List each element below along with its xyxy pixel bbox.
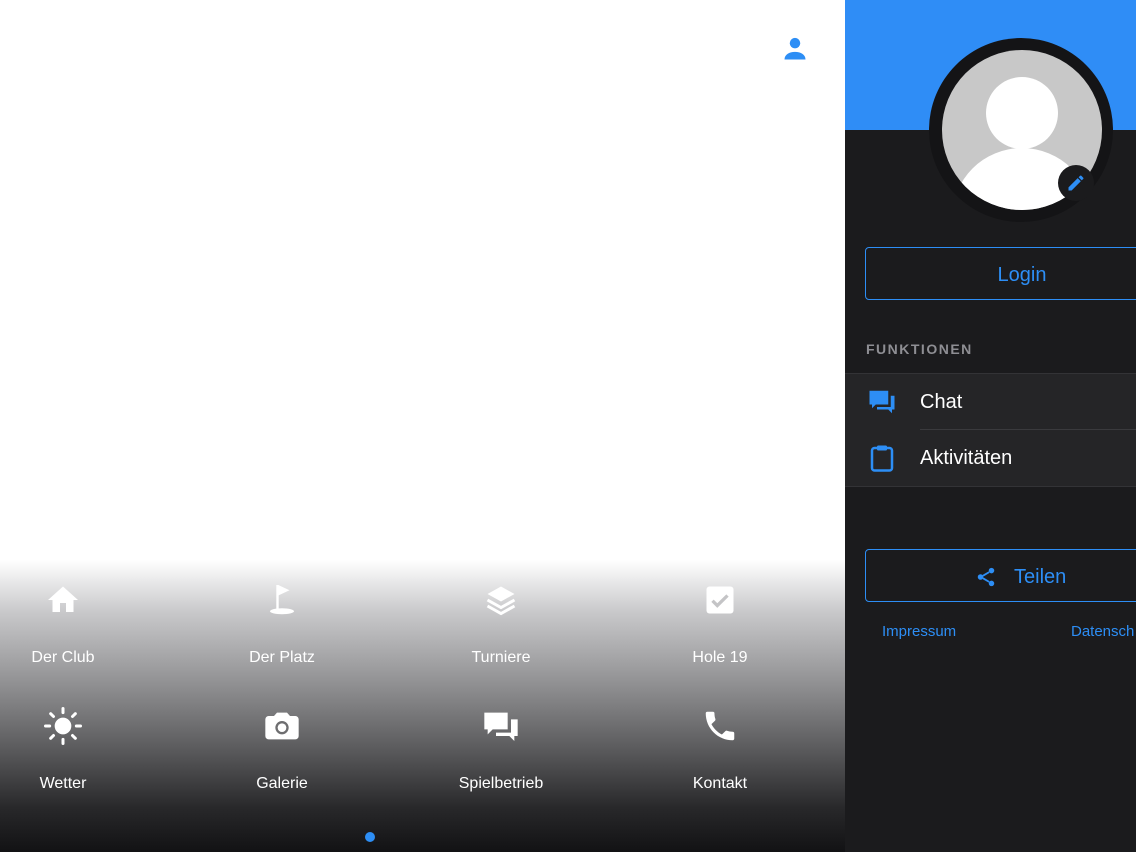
login-label: Login bbox=[997, 264, 1047, 286]
tile-spielbetrieb[interactable]: Spielbetrieb bbox=[401, 694, 601, 804]
page-indicator-dot[interactable] bbox=[365, 832, 375, 842]
tile-label: Hole 19 bbox=[692, 649, 748, 666]
edit-avatar-button[interactable] bbox=[1058, 165, 1094, 201]
tile-hole-19[interactable]: Hole 19 bbox=[620, 568, 820, 678]
function-item-chat[interactable]: Chat bbox=[845, 374, 1136, 429]
main-area: Der Club Der Platz Turniere Hole 19 Wett… bbox=[0, 0, 845, 852]
login-button[interactable]: Login bbox=[865, 247, 1136, 300]
app-dock: Der Club Der Platz Turniere Hole 19 Wett… bbox=[0, 560, 845, 852]
phone-icon bbox=[700, 706, 740, 746]
user-profile-button[interactable] bbox=[778, 32, 812, 66]
tile-label: Der Platz bbox=[249, 649, 315, 666]
avatar-placeholder-head bbox=[986, 77, 1058, 149]
camera-icon bbox=[262, 706, 302, 746]
chat-icon bbox=[867, 387, 897, 417]
share-label: Teilen bbox=[1014, 566, 1067, 588]
tile-der-club[interactable]: Der Club bbox=[0, 568, 163, 678]
tile-der-platz[interactable]: Der Platz bbox=[182, 568, 382, 678]
datenschutz-link[interactable]: Datensch bbox=[1071, 623, 1134, 640]
checkbox-icon bbox=[700, 580, 740, 620]
tile-galerie[interactable]: Galerie bbox=[182, 694, 382, 804]
chat-bubbles-icon bbox=[481, 706, 521, 746]
home-icon bbox=[43, 580, 83, 620]
impressum-link[interactable]: Impressum bbox=[882, 623, 956, 640]
tile-label: Galerie bbox=[256, 775, 308, 792]
sun-icon bbox=[43, 706, 83, 746]
tile-wetter[interactable]: Wetter bbox=[0, 694, 163, 804]
tile-label: Spielbetrieb bbox=[458, 775, 544, 792]
share-button[interactable]: Teilen bbox=[865, 549, 1136, 602]
pencil-icon bbox=[1068, 175, 1084, 191]
function-label: Aktivitäten bbox=[920, 447, 1013, 469]
clipboard-icon bbox=[867, 443, 897, 473]
golf-flag-icon bbox=[262, 580, 302, 620]
function-item-aktivitaeten[interactable]: Aktivitäten bbox=[845, 430, 1136, 485]
layers-icon bbox=[481, 580, 521, 620]
functions-list: Chat Aktivitäten bbox=[845, 373, 1136, 487]
tile-turniere[interactable]: Turniere bbox=[401, 568, 601, 678]
tile-kontakt[interactable]: Kontakt bbox=[620, 694, 820, 804]
sidebar: Login FUNKTIONEN Chat Aktivitäten Teilen… bbox=[845, 0, 1136, 852]
section-title-funktionen: FUNKTIONEN bbox=[866, 341, 973, 357]
tile-label: Turniere bbox=[471, 649, 531, 666]
share-icon bbox=[974, 565, 998, 589]
tile-label: Kontakt bbox=[692, 775, 748, 792]
person-icon bbox=[784, 37, 806, 60]
tile-label: Wetter bbox=[39, 775, 87, 792]
function-label: Chat bbox=[920, 391, 963, 413]
tile-label: Der Club bbox=[31, 649, 95, 666]
